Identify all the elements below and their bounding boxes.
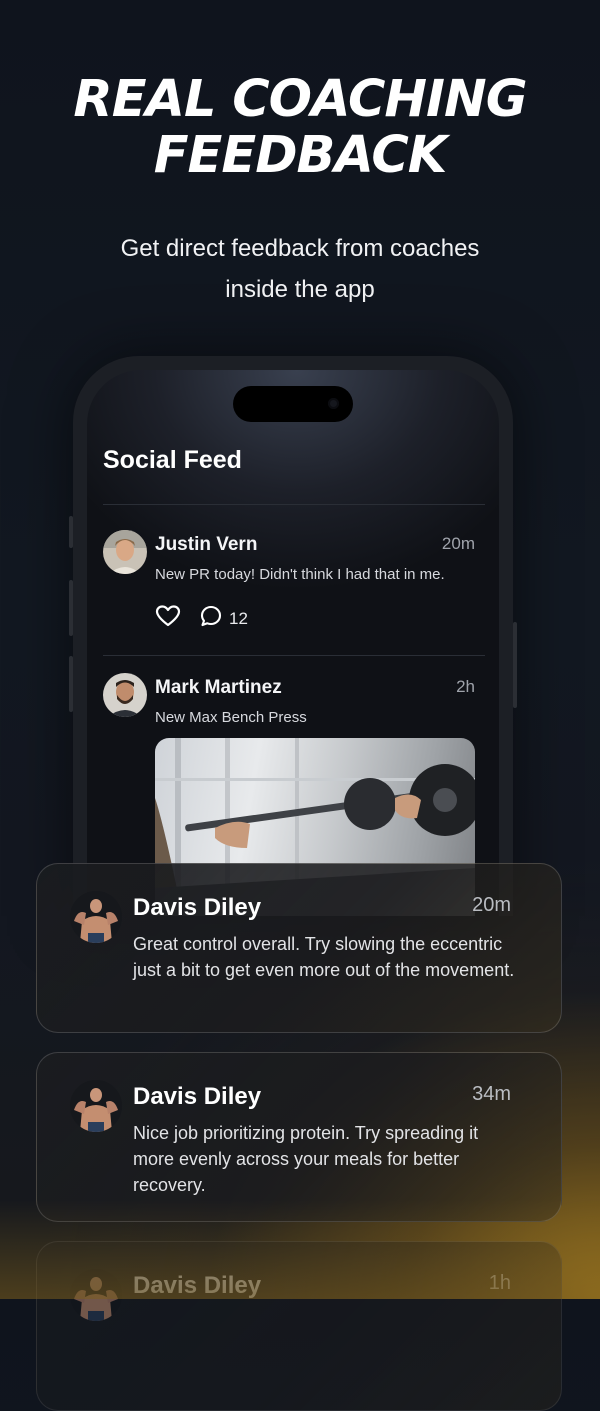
coach-feedback-card[interactable]: Davis Diley 20m Great control overall. T…	[36, 863, 562, 1033]
comment-button[interactable]: 12	[199, 604, 248, 633]
dynamic-island	[233, 386, 353, 422]
avatar[interactable]	[103, 530, 147, 574]
feed-divider	[103, 655, 485, 656]
avatar[interactable]	[103, 673, 147, 717]
comment-text: Nice job prioritizing protein. Try sprea…	[133, 1123, 479, 1195]
comment-text: Great control overall. Try slowing the e…	[133, 934, 515, 980]
coach-feedback-card[interactable]: Davis Diley 1h	[36, 1241, 562, 1411]
comment-timestamp: 1h	[488, 1272, 511, 1294]
feed-divider	[103, 504, 485, 505]
like-button[interactable]	[155, 604, 181, 633]
phone-volume-up-button	[69, 580, 73, 636]
comment-timestamp: 20m	[472, 894, 511, 916]
post-author[interactable]: Mark Martinez	[155, 677, 282, 699]
comment-icon	[199, 604, 223, 633]
phone-side-button	[69, 516, 73, 548]
coach-name[interactable]: Davis Diley	[133, 894, 261, 922]
comment-count: 12	[229, 608, 248, 628]
post-text: New Max Bench Press	[155, 709, 307, 726]
camera-icon	[328, 398, 339, 409]
coach-name[interactable]: Davis Diley	[133, 1083, 261, 1111]
hero-subtitle: Get direct feedback from coaches inside …	[0, 228, 600, 310]
heart-icon	[155, 604, 181, 633]
hero-title-line-2: FEEDBACK	[153, 126, 448, 185]
hero-title-line-1: REAL COACHING	[73, 70, 527, 129]
post-timestamp: 20m	[441, 534, 475, 553]
post-text: New PR today! Didn't think I had that in…	[155, 566, 445, 583]
coach-avatar[interactable]	[70, 1080, 122, 1132]
coach-name[interactable]: Davis Diley	[133, 1272, 261, 1300]
post-author[interactable]: Justin Vern	[155, 534, 257, 556]
phone-screen: Social Feed Justin Vern 20m New PR today…	[87, 370, 499, 916]
hero-subtitle-line-1: Get direct feedback from coaches	[120, 235, 480, 262]
coach-avatar[interactable]	[70, 891, 122, 943]
coach-feedback-card[interactable]: Davis Diley 34m Nice job prioritizing pr…	[36, 1052, 562, 1222]
phone-volume-down-button	[69, 656, 73, 712]
coach-avatar[interactable]	[70, 1269, 122, 1321]
phone-mockup: Social Feed Justin Vern 20m New PR today…	[69, 356, 517, 916]
hero-subtitle-line-2: inside the app	[225, 276, 375, 303]
phone-power-button	[513, 622, 517, 708]
hero-title: REAL COACHING FEEDBACK	[0, 72, 600, 184]
post-timestamp: 2h	[456, 677, 475, 696]
comment-timestamp: 34m	[472, 1083, 511, 1105]
screen-title: Social Feed	[103, 446, 242, 474]
